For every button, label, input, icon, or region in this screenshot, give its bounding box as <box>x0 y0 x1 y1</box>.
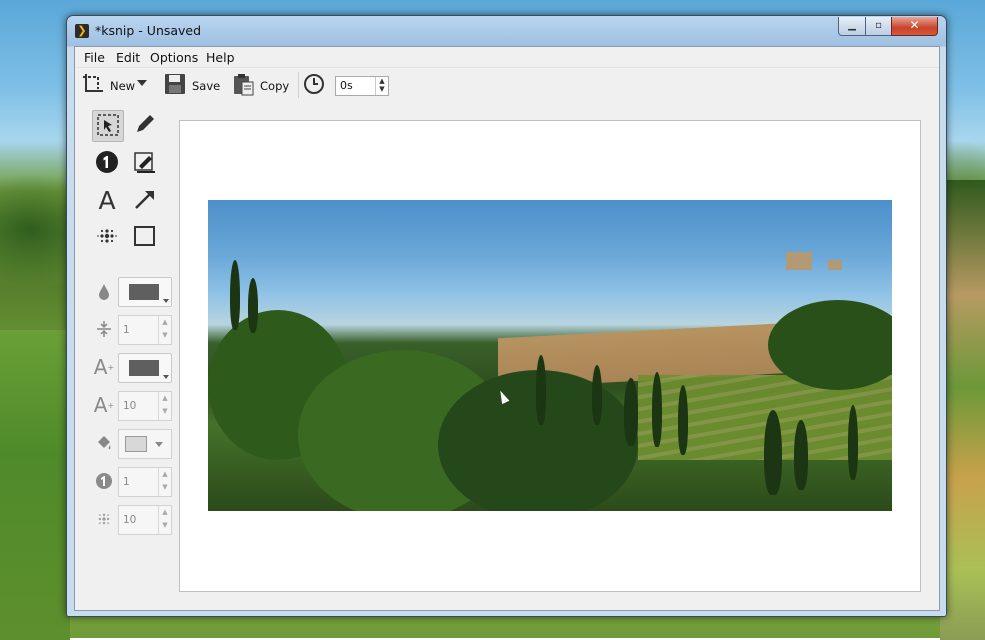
screenshot-tree <box>536 355 546 425</box>
tool-select[interactable] <box>92 110 124 142</box>
screenshot-tree <box>230 260 240 330</box>
menu-help[interactable]: Help <box>206 50 235 65</box>
screenshot-house <box>786 252 812 270</box>
select-icon <box>96 113 120 140</box>
font-size-value: 10 <box>123 400 137 412</box>
screenshot-house <box>828 260 842 270</box>
text-color-swatch <box>129 360 159 376</box>
new-button[interactable]: New <box>81 72 135 99</box>
tool-number[interactable] <box>92 148 122 178</box>
font-size-stepper[interactable]: ▲ ▼ <box>158 392 171 420</box>
timer-icon <box>303 73 325 98</box>
maximize-icon: ▫ <box>875 20 882 31</box>
screenshot-tree <box>592 365 602 425</box>
new-dropdown-button[interactable] <box>137 80 147 86</box>
window-title: *ksnip - Unsaved <box>95 23 202 38</box>
screenshot-tree <box>848 405 858 480</box>
toolbar-separator <box>298 72 299 98</box>
font-size-icon: A + <box>93 393 115 417</box>
blur-radius-spinbox[interactable]: 10 ▲ ▼ <box>118 505 172 535</box>
tool-marker[interactable] <box>130 148 160 178</box>
screenshot-tree <box>764 410 782 495</box>
menu-file[interactable]: File <box>84 50 105 65</box>
save-label: Save <box>192 78 221 93</box>
number-size-spinbox[interactable]: 1 ▲ ▼ <box>118 467 172 497</box>
fill-swatch <box>125 436 147 452</box>
text-color-picker-button[interactable] <box>118 353 172 383</box>
width-stepper[interactable]: ▲ ▼ <box>158 316 171 344</box>
new-label: New <box>110 78 136 93</box>
ksnip-icon[interactable]: ❯ <box>75 24 89 38</box>
width-spinbox[interactable]: 1 ▲ ▼ <box>118 315 172 345</box>
width-value: 1 <box>123 324 130 336</box>
save-button[interactable]: Save <box>163 72 220 99</box>
tools-panel: A 1 ▲ ▼ A + A + 10 ▲ ▼ 1 ▲ ▼ 10 ▲ ▼ <box>75 105 185 605</box>
delay-spinbox[interactable]: 0s ▲ ▼ <box>335 76 389 96</box>
minimize-button[interactable]: ▁ <box>838 17 866 36</box>
close-icon: ✕ <box>909 18 920 32</box>
chevron-down-icon <box>163 299 169 303</box>
captured-screenshot[interactable] <box>208 200 892 511</box>
new-capture-icon <box>81 72 105 99</box>
copy-button[interactable]: Copy <box>231 72 289 99</box>
screenshot-tree <box>248 278 258 333</box>
color-drop-icon <box>93 281 115 303</box>
number-size-value: 1 <box>123 476 130 488</box>
close-button[interactable]: ✕ <box>891 17 938 36</box>
menu-options[interactable]: Options <box>150 50 198 65</box>
rectangle-icon <box>133 224 157 251</box>
number-size-stepper[interactable]: ▲ ▼ <box>158 468 171 496</box>
number-size-icon <box>93 470 115 492</box>
menu-bar: File Edit Options Help <box>75 47 939 68</box>
arrow-icon <box>133 187 157 214</box>
capture-canvas[interactable] <box>179 120 921 592</box>
tool-pen[interactable] <box>130 110 160 140</box>
tool-text[interactable]: A <box>92 185 122 215</box>
color-swatch <box>129 284 159 300</box>
blur-radius-stepper[interactable]: ▲ ▼ <box>158 506 171 534</box>
title-bar[interactable]: ❯ *ksnip - Unsaved ▁ ▫ ✕ <box>67 16 946 46</box>
number-icon <box>95 150 119 177</box>
line-width-icon <box>93 318 115 340</box>
screenshot-tree <box>652 372 662 447</box>
fill-bucket-icon <box>93 432 115 454</box>
tool-rectangle[interactable] <box>130 222 160 252</box>
blur-icon <box>96 225 118 250</box>
client-area: File Edit Options Help New Save Copy 0s … <box>74 46 940 611</box>
ksnip-window: ❯ *ksnip - Unsaved ▁ ▫ ✕ File Edit Optio… <box>66 15 947 617</box>
toolbar: New Save Copy 0s ▲ ▼ <box>75 68 939 102</box>
maximize-button[interactable]: ▫ <box>865 17 892 36</box>
marker-icon <box>133 150 157 177</box>
screenshot-tree <box>678 385 688 455</box>
fill-type-dropdown[interactable] <box>118 429 172 459</box>
blur-radius-value: 10 <box>123 514 137 526</box>
chevron-down-icon <box>155 442 163 447</box>
color-picker-button[interactable] <box>118 277 172 307</box>
delay-stepper[interactable]: ▲ ▼ <box>375 77 388 95</box>
wallpaper-hill-left <box>0 330 70 640</box>
minimize-icon: ▁ <box>848 20 856 31</box>
copy-label: Copy <box>260 78 290 93</box>
pen-icon <box>133 112 157 139</box>
delay-value: 0s <box>340 79 353 92</box>
chevron-down-icon <box>163 375 169 379</box>
text-color-icon: A + <box>93 355 115 379</box>
tool-blur[interactable] <box>92 222 122 252</box>
screenshot-tree <box>624 378 638 446</box>
tool-arrow[interactable] <box>130 185 160 215</box>
save-icon <box>163 72 187 99</box>
menu-edit[interactable]: Edit <box>116 50 140 65</box>
chevron-down-icon <box>137 80 147 86</box>
blur-radius-icon <box>93 508 115 530</box>
clipboard-icon <box>231 72 255 99</box>
font-size-spinbox[interactable]: 10 ▲ ▼ <box>118 391 172 421</box>
delay-control <box>303 73 325 98</box>
screenshot-tree <box>794 420 808 490</box>
text-icon: A <box>98 185 116 215</box>
